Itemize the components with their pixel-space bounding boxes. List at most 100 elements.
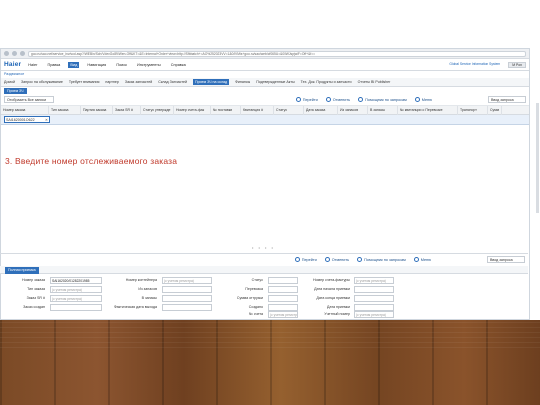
cancel-button[interactable]: Отменить: [325, 97, 350, 102]
go-icon: [295, 97, 301, 102]
column-header[interactable]: Транспорт: [458, 105, 488, 115]
column-header[interactable]: Дата заказа: [304, 105, 338, 115]
forward-icon[interactable]: [12, 51, 17, 56]
column-header[interactable]: В запасы: [368, 105, 398, 115]
cancel-icon: [325, 97, 331, 102]
menu-item-help[interactable]: Справка: [169, 62, 188, 68]
tab-confirmed-acts[interactable]: Подтвержденные Акты: [256, 80, 294, 84]
order-number-field[interactable]: SAI162020/01282201985: [50, 277, 102, 284]
container-field[interactable]: (с учетом регистра): [162, 277, 212, 284]
created-label: Создано: [248, 305, 263, 309]
gear-icon: [414, 97, 420, 102]
to-stock-label: В запасы: [141, 296, 157, 300]
created-field[interactable]: [268, 304, 298, 311]
query-input-button[interactable]: Ввод запроса: [488, 96, 526, 103]
invoice-num-label: № счета: [249, 312, 263, 316]
go-button[interactable]: Перейти: [295, 97, 318, 102]
detail-menu-button[interactable]: Меню: [413, 257, 431, 262]
invoice-label: Номер счета-фактуры: [313, 278, 350, 282]
amount-field[interactable]: [268, 295, 298, 302]
menu-item-navigation[interactable]: Навигация: [85, 62, 108, 68]
column-header[interactable]: Тип заказа: [49, 105, 81, 115]
address-bar[interactable]: goo.ru/sao.net/service_inv/sod.asp?/WEBi…: [28, 50, 526, 57]
refresh-icon[interactable]: [20, 51, 25, 56]
column-header[interactable]: № поставки: [211, 105, 241, 115]
pager-dots[interactable]: • • • •: [252, 245, 275, 250]
tab-home[interactable]: Домой: [4, 80, 15, 84]
order-sr-label: Заказ SR #: [26, 296, 45, 300]
tab-parts-warehouse[interactable]: Склад Запчастей: [158, 80, 187, 84]
actual-date-field[interactable]: [162, 304, 212, 311]
invoice-num-field[interactable]: (с учетом регистра): [268, 311, 298, 318]
carrier-field[interactable]: [268, 286, 298, 293]
table-row[interactable]: SAI1620001O622 ✕: [1, 115, 529, 125]
detail-cancel-button[interactable]: Отменить: [324, 257, 349, 262]
column-header[interactable]: Из запасов: [338, 105, 368, 115]
column-header[interactable]: Сумм: [488, 105, 502, 115]
detail-query-input-button[interactable]: Ввод запроса: [487, 256, 525, 263]
start-date-field[interactable]: [354, 286, 394, 293]
receipt-date-label: Дата приемки: [327, 305, 350, 309]
order-sr-field[interactable]: (с учетом регистра): [50, 295, 102, 302]
tab-parts-order[interactable]: Заказ запчастей: [125, 80, 152, 84]
detail-toolbar: Перейти Отменить Помощник по запросам Ме…: [0, 253, 528, 265]
column-header[interactable]: Статус: [274, 105, 304, 115]
records-filter-select[interactable]: Отобразить Все записи: [4, 96, 54, 103]
menu-item-search[interactable]: Поиск: [114, 62, 129, 68]
cancel-icon: [324, 257, 330, 262]
back-icon[interactable]: [4, 51, 9, 56]
order-number-label: Номер заказа: [22, 278, 45, 282]
menu-item-haier[interactable]: Haier: [26, 62, 39, 68]
column-header[interactable]: Статус утвержде: [141, 105, 174, 115]
tab-tech-docs[interactable]: Тех. Док. Продукты и запчасти: [301, 80, 352, 84]
tab-service-request[interactable]: Запрос на обслуживание: [21, 80, 63, 84]
to-stock-field[interactable]: [162, 295, 212, 302]
column-header[interactable]: Заказ SR #: [113, 105, 141, 115]
clear-icon[interactable]: ✕: [45, 117, 48, 123]
order-type-field[interactable]: (с учетом регистра): [50, 286, 102, 293]
order-created-label: Заказ создан: [23, 305, 45, 309]
menu-button[interactable]: Меню: [414, 97, 432, 102]
gear-icon: [413, 257, 419, 262]
order-created-field[interactable]: [50, 304, 102, 311]
carrier-label: Перевозка: [245, 287, 263, 291]
menu-bar: Haier Правка Вид Навигация Поиск Инструм…: [26, 62, 192, 68]
tab-attention[interactable]: Требует внимания: [69, 80, 100, 84]
status-field[interactable]: [268, 277, 298, 284]
receipt-date-field[interactable]: [354, 304, 394, 311]
query-assistant-button[interactable]: Помощник по запросам: [358, 97, 407, 102]
order-number-filter-input[interactable]: SAI1620001O622 ✕: [4, 116, 50, 123]
tab-parts-receipt[interactable]: Прием ЗЧ на склад: [193, 79, 230, 85]
column-header[interactable]: Квитанция #: [241, 105, 274, 115]
tab-finance[interactable]: Финансы: [235, 80, 250, 84]
end-date-label: Дата конца приемки: [316, 296, 350, 300]
detail-tab-bar: Полная приемка: [0, 266, 528, 274]
menu-item-view[interactable]: Вид: [68, 62, 80, 68]
menu-item-edit[interactable]: Правка: [45, 62, 62, 68]
column-header[interactable]: № квитанции о Перевозке: [398, 105, 458, 115]
tab-bi-reports[interactable]: Отчеты BI Publisher: [358, 80, 391, 84]
subtab-parts-receipt[interactable]: Прием ЗЧ: [4, 87, 27, 94]
vertical-scrollbar[interactable]: [536, 103, 539, 213]
go-icon: [294, 257, 300, 262]
column-header[interactable]: Партия заказа: [81, 105, 113, 115]
accounting-label: Учетный номер: [324, 312, 350, 316]
tab-full-receipt[interactable]: Полная приемка: [5, 267, 39, 274]
menu-item-tools[interactable]: Инструменты: [135, 62, 163, 68]
tab-partner[interactable]: партнер: [105, 80, 119, 84]
user-menu[interactable]: M Pon: [508, 61, 526, 68]
from-stock-label: Из запасов: [138, 287, 157, 291]
end-date-field[interactable]: [354, 295, 394, 302]
column-header[interactable]: Номер заказа: [1, 105, 49, 115]
wooden-floor-decoration: [0, 320, 540, 405]
accounting-field[interactable]: (с учетом регистра): [354, 311, 394, 318]
screen-tabs: Домой Запрос на обслуживание Требует вни…: [1, 78, 529, 87]
slide: goo.ru/sao.net/service_inv/sod.asp?/WEBi…: [0, 0, 540, 405]
column-header[interactable]: Номер счета-фак: [174, 105, 211, 115]
detail-query-assistant-button[interactable]: Помощник по запросам: [357, 257, 406, 262]
invoice-field[interactable]: (с учетом регистра): [354, 277, 394, 284]
list-toolbar: Отобразить Все записи Перейти Отменить П…: [1, 94, 529, 106]
from-stock-field[interactable]: [162, 286, 212, 293]
breadcrumb[interactable]: Раздвижное: [1, 71, 529, 78]
detail-go-button[interactable]: Перейти: [294, 257, 317, 262]
